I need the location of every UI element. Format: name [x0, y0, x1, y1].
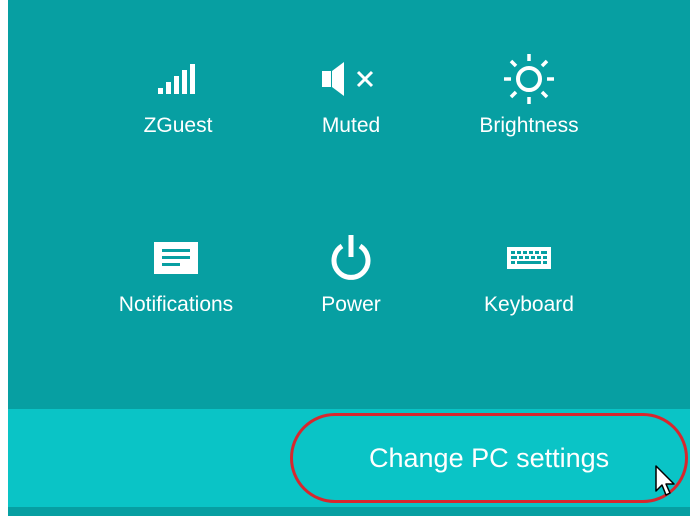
notifications-label: Notifications	[118, 293, 234, 316]
keyboard-icon	[449, 223, 609, 293]
change-pc-settings-label: Change PC settings	[369, 443, 610, 473]
power-icon	[271, 223, 431, 293]
notifications-tile[interactable]: Notifications	[96, 223, 256, 363]
sun-icon	[449, 44, 609, 114]
volume-tile[interactable]: Muted	[271, 44, 431, 184]
volume-label: Muted	[321, 114, 381, 137]
signal-bars-icon	[98, 44, 258, 114]
network-label: ZGuest	[143, 114, 213, 137]
power-tile[interactable]: Power	[271, 223, 431, 363]
settings-panel: ZGuest Muted Brightness Notifications Po…	[0, 0, 690, 516]
brightness-tile[interactable]: Brightness	[449, 44, 609, 184]
power-label: Power	[321, 293, 381, 316]
keyboard-label: Keyboard	[484, 293, 574, 316]
mouse-pointer-icon	[655, 465, 675, 496]
brightness-label: Brightness	[479, 114, 579, 137]
network-tile[interactable]: ZGuest	[98, 44, 258, 184]
speaker-muted-icon	[271, 44, 431, 114]
bottom-strip	[8, 507, 690, 516]
notifications-icon	[96, 223, 256, 293]
keyboard-tile[interactable]: Keyboard	[449, 223, 609, 363]
